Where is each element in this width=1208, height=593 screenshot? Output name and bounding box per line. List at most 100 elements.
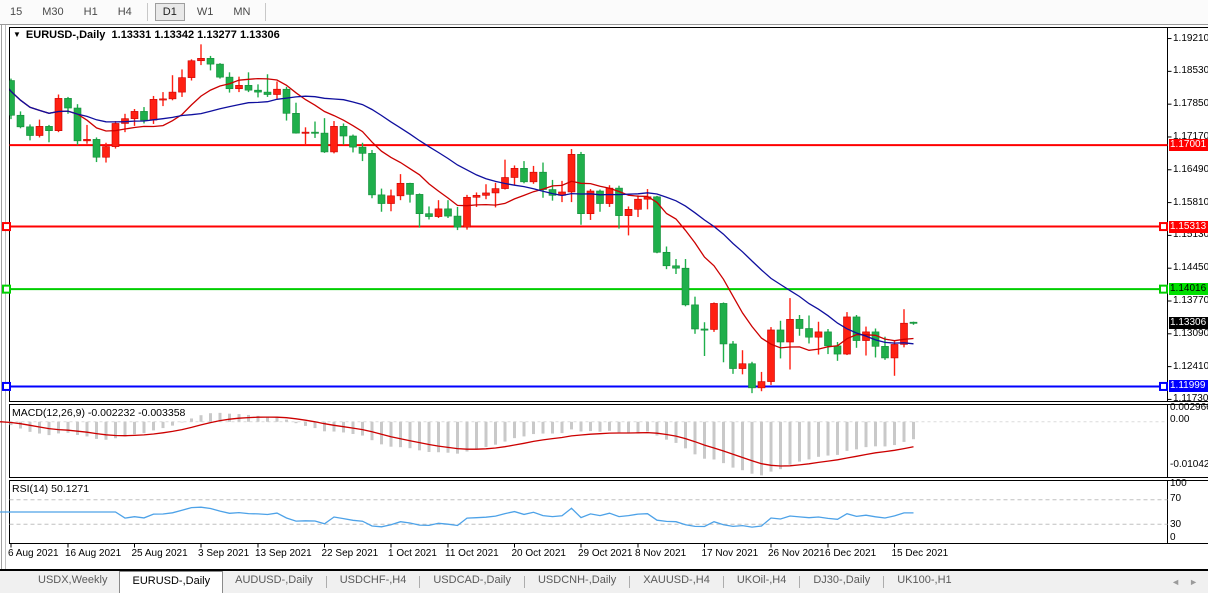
- tab-separator: [629, 576, 631, 588]
- hline-handle-left-1.11999[interactable]: [2, 381, 11, 391]
- price-badge-1.14016: 1.14016: [1169, 283, 1208, 296]
- rsi-axis-tick-label: 30: [1170, 519, 1182, 530]
- candle-body: [149, 99, 158, 121]
- candle-body: [681, 267, 690, 306]
- candle-body: [9, 80, 15, 116]
- timeframe-button-h4[interactable]: H4: [110, 3, 140, 21]
- rsi-title: RSI(14): [12, 483, 49, 495]
- candle-body: [510, 168, 519, 178]
- date-axis-label: 20 Oct 2021: [511, 548, 566, 559]
- macd-label: MACD(12,26,9) -0.002232 -0.003358: [12, 407, 185, 419]
- candle-body: [377, 194, 386, 204]
- price-badge-1.15313: 1.15313: [1169, 220, 1208, 233]
- toolbar-separator: [146, 3, 148, 21]
- chart-tab-uk100-h1[interactable]: UK100-,H1: [885, 571, 963, 593]
- date-axis-label: 17 Nov 2021: [701, 548, 759, 559]
- date-axis-label: 11 Oct 2021: [445, 548, 499, 559]
- candle-body: [719, 303, 728, 345]
- tab-separator: [883, 576, 885, 588]
- candle-body: [235, 85, 243, 90]
- date-axis-label: 25 Aug 2021: [131, 548, 188, 559]
- macd-title: MACD(12,26,9): [12, 407, 85, 419]
- candle-body: [672, 265, 680, 269]
- candle-body: [444, 208, 452, 217]
- rsi-pane-frame: [9, 480, 1168, 544]
- candle-body: [197, 58, 205, 62]
- timeframe-button-15[interactable]: 15: [2, 3, 30, 21]
- hline-handle-right-1.11999[interactable]: [1159, 381, 1168, 391]
- date-axis-label: 29 Oct 2021: [578, 548, 633, 559]
- date-axis-label: 13 Sep 2021: [255, 548, 312, 559]
- timeframe-button-h1[interactable]: H1: [76, 3, 106, 21]
- tab-separator: [419, 576, 421, 588]
- candle-body: [16, 114, 25, 128]
- candle-body: [273, 88, 281, 95]
- candle-body: [111, 123, 120, 147]
- rsi-value: 50.1271: [51, 483, 90, 495]
- candle-body: [26, 126, 34, 136]
- date-axis-label: 6 Dec 2021: [825, 548, 877, 559]
- rsi-axis-tick-label: 100: [1170, 478, 1187, 489]
- hline-handle-left-1.14016[interactable]: [2, 284, 11, 294]
- candle-body: [710, 303, 718, 330]
- candle-body: [786, 319, 794, 343]
- candle-body: [738, 363, 747, 369]
- chart-tab-usdchf-h4[interactable]: USDCHF-,H4: [328, 571, 419, 593]
- chart-tab-usdx-weekly[interactable]: USDX,Weekly: [26, 571, 119, 593]
- candle-body: [776, 329, 785, 343]
- candle-body: [311, 131, 319, 134]
- tab-separator: [722, 576, 724, 588]
- date-axis-label: 1 Oct 2021: [388, 548, 437, 559]
- chart-tab-usdcad-daily[interactable]: USDCAD-,Daily: [421, 571, 523, 593]
- tab-scroll-left-icon[interactable]: ◄: [1171, 577, 1180, 587]
- candle-body: [292, 113, 300, 134]
- candle-body: [567, 154, 576, 193]
- chart-tab-eurusd-daily[interactable]: EURUSD-,Daily: [119, 571, 224, 593]
- candle-body: [178, 77, 186, 93]
- candle-body: [254, 89, 262, 93]
- hline-handle-right-1.15313[interactable]: [1159, 222, 1168, 232]
- candle-body: [833, 345, 842, 355]
- chart-tab-audusd-daily[interactable]: AUDUSD-,Daily: [223, 571, 325, 593]
- candle-body: [406, 182, 414, 195]
- candle-body: [491, 188, 500, 194]
- candle-body: [168, 91, 177, 100]
- symbol-dropdown-icon: ▼: [13, 30, 21, 39]
- candle-body: [263, 91, 272, 95]
- candle-body: [890, 344, 899, 359]
- candle-body: [729, 343, 737, 369]
- price-axis-tick-label: 1.18530: [1173, 65, 1208, 77]
- chart-canvas[interactable]: [0, 0, 1208, 593]
- chart-tab-ukoil-h4[interactable]: UKOil-,H4: [725, 571, 799, 593]
- hline-handle-right-1.14016[interactable]: [1159, 284, 1168, 294]
- candle-body: [596, 190, 604, 204]
- candle-body: [216, 63, 224, 78]
- timeframe-button-mn[interactable]: MN: [225, 3, 258, 21]
- date-axis-label: 26 Nov 2021: [768, 548, 825, 559]
- price-axis-tick-label: 1.15810: [1173, 196, 1208, 208]
- candle-body: [187, 60, 196, 78]
- candle-body: [463, 196, 471, 228]
- chart-tab-xauusd-h4[interactable]: XAUUSD-,H4: [631, 571, 722, 593]
- timeframe-toolbar: 15 M30 H1 H4 D1 W1 MN: [0, 0, 1208, 25]
- hline-handle-left-1.15313[interactable]: [2, 222, 11, 232]
- tab-scroll-right-icon[interactable]: ►: [1189, 577, 1198, 587]
- timeframe-button-d1[interactable]: D1: [154, 3, 185, 21]
- date-axis-label: 3 Sep 2021: [198, 548, 250, 559]
- date-axis-label: 6 Aug 2021: [8, 548, 59, 559]
- candle-body: [64, 98, 72, 109]
- rsi-axis-tick-label: 0: [1170, 532, 1176, 543]
- candle-body: [434, 208, 443, 217]
- chart-tab-usdcnh-daily[interactable]: USDCNH-,Daily: [526, 571, 628, 593]
- candle-body: [691, 304, 699, 330]
- candle-body: [767, 329, 775, 382]
- candle-body: [45, 126, 53, 131]
- price-badge-1.11999: 1.11999: [1169, 380, 1208, 393]
- candle-body: [757, 381, 766, 389]
- candle-body: [624, 209, 633, 216]
- candle-body: [368, 153, 376, 196]
- timeframe-button-w1[interactable]: W1: [189, 3, 222, 21]
- chart-tab-dj30-daily[interactable]: DJ30-,Daily: [801, 571, 882, 593]
- candle-body: [35, 126, 44, 136]
- timeframe-button-m30[interactable]: M30: [34, 3, 71, 21]
